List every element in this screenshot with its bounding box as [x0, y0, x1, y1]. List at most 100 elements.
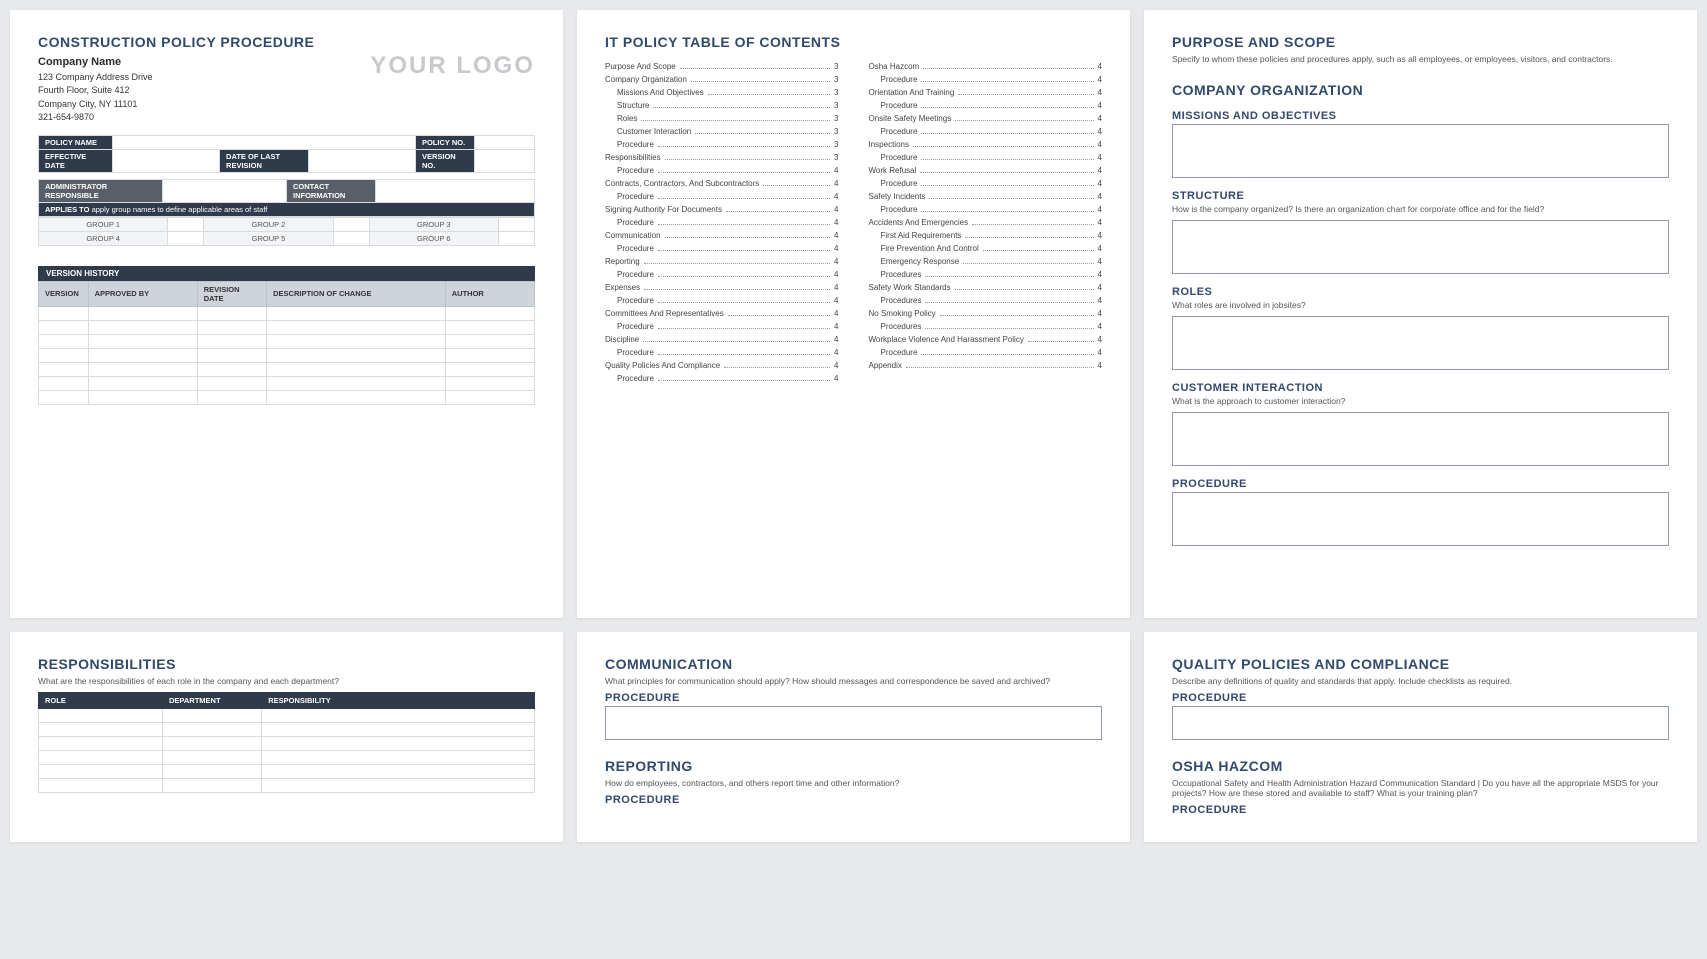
toc-entry[interactable]: Procedure4	[605, 372, 839, 385]
group-6[interactable]: GROUP 6	[369, 231, 498, 245]
val-last-revision[interactable]	[309, 149, 416, 172]
group-4-blank[interactable]	[168, 231, 204, 245]
toc-entry[interactable]: Company Organization3	[605, 73, 839, 86]
val-policy-no[interactable]	[475, 135, 535, 149]
toc-entry[interactable]: Procedure4	[869, 151, 1103, 164]
group-5-blank[interactable]	[333, 231, 369, 245]
missions-title: MISSIONS AND OBJECTIVES	[1172, 110, 1669, 122]
val-contact[interactable]	[376, 179, 535, 202]
table-row[interactable]	[39, 362, 535, 376]
toc-entry[interactable]: Work Refusal4	[869, 164, 1103, 177]
table-row[interactable]	[39, 723, 535, 737]
toc-entry[interactable]: Procedures4	[869, 268, 1103, 281]
toc-col-right: Osha Hazcom4Procedure4Orientation And Tr…	[869, 60, 1103, 385]
applies-to-label: APPLIES TO	[45, 205, 89, 214]
toc-entry[interactable]: Expenses4	[605, 281, 839, 294]
toc-entry[interactable]: Osha Hazcom4	[869, 60, 1103, 73]
toc-entry[interactable]: Customer Interaction3	[605, 125, 839, 138]
vh-h-version: VERSION	[39, 281, 89, 306]
group-1-blank[interactable]	[168, 217, 204, 231]
table-row[interactable]	[39, 376, 535, 390]
logo-placeholder: YOUR LOGO	[370, 52, 535, 80]
toc-entry[interactable]: Missions And Objectives3	[605, 86, 839, 99]
toc-entry[interactable]: Inspections4	[869, 138, 1103, 151]
toc-entry[interactable]: Workplace Violence And Harassment Policy…	[869, 333, 1103, 346]
toc-entry[interactable]: Procedure4	[869, 99, 1103, 112]
toc-entry[interactable]: Emergency Response4	[869, 255, 1103, 268]
lbl-policy-name: POLICY NAME	[39, 135, 113, 149]
val-effective-date[interactable]	[113, 149, 220, 172]
toc-entry[interactable]: Procedure4	[605, 216, 839, 229]
table-row[interactable]	[39, 320, 535, 334]
toc-entry[interactable]: First Aid Requirements4	[869, 229, 1103, 242]
toc-entry[interactable]: Safety Incidents4	[869, 190, 1103, 203]
structure-title: STRUCTURE	[1172, 190, 1669, 202]
toc-entry[interactable]: Procedure4	[869, 346, 1103, 359]
table-row[interactable]	[39, 779, 535, 793]
roles-box[interactable]	[1172, 316, 1669, 370]
table-row[interactable]	[39, 306, 535, 320]
toc-entry[interactable]: Procedure4	[605, 190, 839, 203]
toc-entry[interactable]: Signing Authority For Documents4	[605, 203, 839, 216]
group-2[interactable]: GROUP 2	[204, 217, 333, 231]
toc-entry[interactable]: Procedures4	[869, 320, 1103, 333]
proc-box[interactable]	[1172, 492, 1669, 546]
toc-entry[interactable]: Procedure4	[605, 320, 839, 333]
val-version-no[interactable]	[475, 149, 535, 172]
toc-entry[interactable]: Onsite Safety Meetings4	[869, 112, 1103, 125]
toc-col-left: Purpose And Scope3Company Organization3M…	[605, 60, 839, 385]
toc-entry[interactable]: Procedure4	[605, 294, 839, 307]
group-1[interactable]: GROUP 1	[39, 217, 168, 231]
table-row[interactable]	[39, 390, 535, 404]
toc-entry[interactable]: Committees And Representatives4	[605, 307, 839, 320]
toc-entry[interactable]: Fire Prevention And Control4	[869, 242, 1103, 255]
toc-entry[interactable]: Procedure4	[605, 242, 839, 255]
toc-entry[interactable]: Reporting4	[605, 255, 839, 268]
toc-entry[interactable]: Contracts, Contractors, And Subcontracto…	[605, 177, 839, 190]
table-row[interactable]	[39, 348, 535, 362]
toc-entry[interactable]: No Smoking Policy4	[869, 307, 1103, 320]
group-3[interactable]: GROUP 3	[369, 217, 498, 231]
toc-entry[interactable]: Procedure4	[869, 177, 1103, 190]
toc-entry[interactable]: Quality Policies And Compliance4	[605, 359, 839, 372]
toc-entry[interactable]: Procedure3	[605, 138, 839, 151]
toc-entry[interactable]: Purpose And Scope3	[605, 60, 839, 73]
toc-entry[interactable]: Procedure4	[869, 203, 1103, 216]
structure-box[interactable]	[1172, 220, 1669, 274]
table-row[interactable]	[39, 334, 535, 348]
toc-entry[interactable]: Procedure4	[605, 268, 839, 281]
toc-entry[interactable]: Procedure4	[605, 164, 839, 177]
toc-entry[interactable]: Appendix4	[869, 359, 1103, 372]
missions-box[interactable]	[1172, 124, 1669, 178]
toc-entry[interactable]: Roles3	[605, 112, 839, 125]
toc-entry[interactable]: Procedure4	[869, 125, 1103, 138]
toc-entry[interactable]: Procedure4	[869, 73, 1103, 86]
table-row[interactable]	[39, 751, 535, 765]
group-2-blank[interactable]	[333, 217, 369, 231]
toc-entry[interactable]: Procedures4	[869, 294, 1103, 307]
toc-entry[interactable]: Responsibilities3	[605, 151, 839, 164]
val-admin[interactable]	[163, 179, 287, 202]
rep-proc-title: PROCEDURE	[605, 794, 1102, 806]
toc-entry[interactable]: Procedure4	[605, 346, 839, 359]
val-policy-name[interactable]	[113, 135, 416, 149]
applies-to-row: APPLIES TO apply group names to define a…	[39, 202, 535, 216]
qpc-proc-box[interactable]	[1172, 706, 1669, 740]
cust-box[interactable]	[1172, 412, 1669, 466]
table-row[interactable]	[39, 737, 535, 751]
toc-entry[interactable]: Communication4	[605, 229, 839, 242]
toc-entry[interactable]: Accidents And Emergencies4	[869, 216, 1103, 229]
toc-entry[interactable]: Discipline4	[605, 333, 839, 346]
qpc-desc: Describe any definitions of quality and …	[1172, 676, 1669, 686]
toc-entry[interactable]: Structure3	[605, 99, 839, 112]
comm-proc-box[interactable]	[605, 706, 1102, 740]
toc-entry[interactable]: Orientation And Training4	[869, 86, 1103, 99]
group-6-blank[interactable]	[498, 231, 534, 245]
toc-entry[interactable]: Safety Work Standards4	[869, 281, 1103, 294]
group-4[interactable]: GROUP 4	[39, 231, 168, 245]
cust-title: CUSTOMER INTERACTION	[1172, 382, 1669, 394]
group-3-blank[interactable]	[498, 217, 534, 231]
group-5[interactable]: GROUP 5	[204, 231, 333, 245]
table-row[interactable]	[39, 709, 535, 723]
table-row[interactable]	[39, 765, 535, 779]
